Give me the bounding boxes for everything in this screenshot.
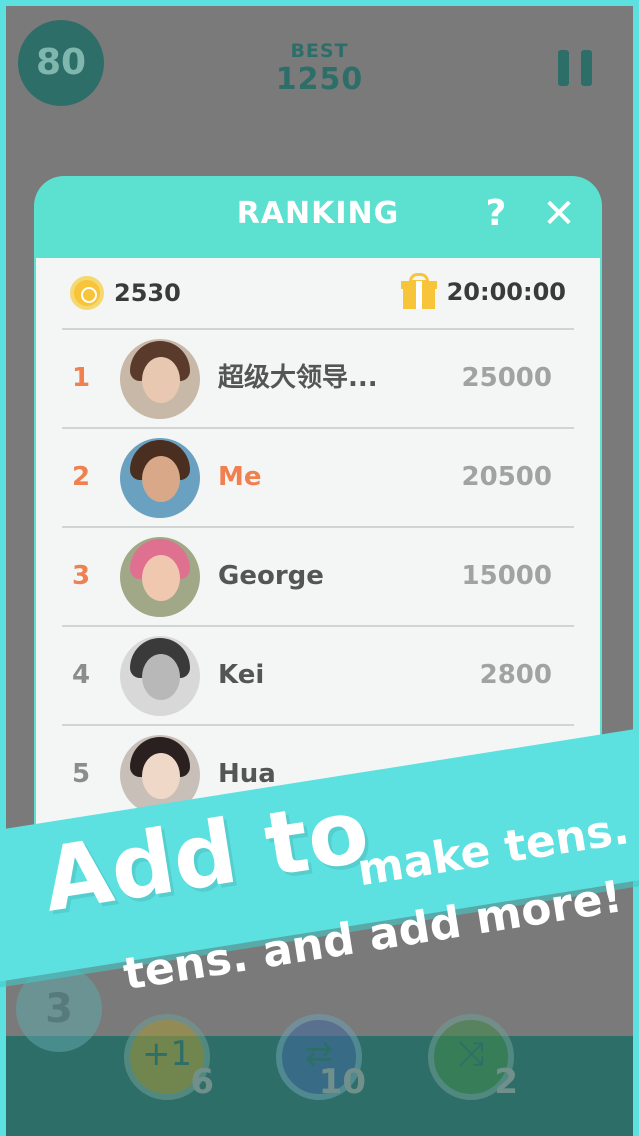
- player-name: George: [218, 561, 324, 591]
- powerup-count: 6: [190, 1062, 214, 1102]
- best-score: 1250: [275, 62, 364, 97]
- pause-button[interactable]: [558, 50, 592, 86]
- rank-number: 3: [72, 561, 91, 591]
- timer-value: 20:00:00: [446, 278, 566, 306]
- help-button[interactable]: ?: [476, 192, 516, 236]
- powerup-count: 10: [318, 1062, 366, 1102]
- player-name: Kei: [218, 660, 265, 690]
- gift-timer[interactable]: 20:00:00: [400, 272, 566, 312]
- close-button[interactable]: ✕: [539, 194, 579, 234]
- rank-number: 1: [72, 363, 91, 393]
- dialog-title: RANKING: [236, 196, 400, 231]
- pause-icon-bar: [581, 50, 592, 86]
- rank-number: 4: [72, 660, 91, 690]
- gift-icon: [400, 273, 437, 311]
- ranking-row[interactable]: 1 超级大领导... 25000: [62, 328, 574, 427]
- player-score: 20500: [461, 462, 552, 492]
- player-score: 25000: [461, 363, 552, 393]
- powerup-count: 2: [494, 1062, 518, 1102]
- ranking-row[interactable]: 2 Me 20500: [62, 427, 574, 526]
- player-score: 15000: [461, 561, 552, 591]
- coin-value: 2530: [114, 279, 181, 307]
- avatar: [120, 537, 200, 617]
- powerup-swap-button[interactable]: ⇄ 10: [276, 1014, 366, 1102]
- coin-balance: 2530: [70, 274, 181, 312]
- pause-icon-bar: [558, 50, 569, 86]
- rank-number: 2: [72, 462, 91, 492]
- best-label: BEST: [290, 40, 349, 62]
- player-score: 2800: [479, 660, 552, 690]
- avatar: [120, 339, 200, 419]
- powerup-plus-button[interactable]: +1 6: [124, 1014, 214, 1102]
- player-name: 超级大领导...: [218, 363, 378, 393]
- powerup-shuffle-button[interactable]: ⤨ 2: [428, 1014, 518, 1102]
- ranking-row[interactable]: 4 Kei 2800: [62, 625, 574, 724]
- player-name: Me: [218, 462, 262, 492]
- avatar: [120, 438, 200, 518]
- rank-number: 5: [72, 759, 91, 789]
- coin-icon: [70, 276, 104, 310]
- avatar: [120, 636, 200, 716]
- ranking-row[interactable]: 3 George 15000: [62, 526, 574, 625]
